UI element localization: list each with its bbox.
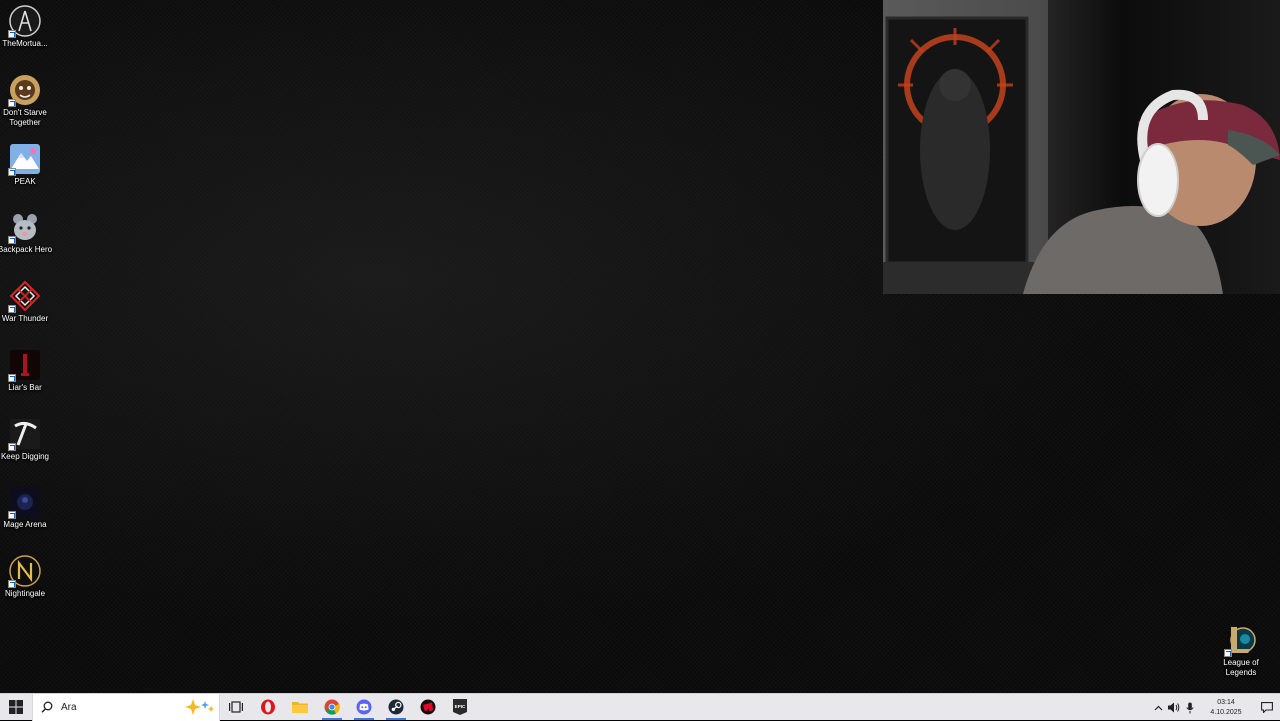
file-explorer-icon <box>292 702 308 713</box>
mage-arena-icon <box>8 486 41 519</box>
start-button[interactable] <box>0 694 32 720</box>
desktop-icon-label: TheMortua... <box>2 39 48 48</box>
desktop-icon-label: Nightingale <box>4 589 46 598</box>
desktop-icon-dont-starve[interactable]: Don't Starve Together <box>0 74 55 128</box>
epic-games-icon: EPIC <box>453 699 467 715</box>
steam-icon <box>388 699 404 715</box>
desktop-icon-label: PEAK <box>14 177 36 186</box>
desktop-icon-label: Keep Digging <box>0 452 50 461</box>
taskbar-chrome[interactable] <box>316 694 348 720</box>
dont-starve-icon <box>8 74 41 107</box>
search-highlight-icon <box>185 699 214 715</box>
taskbar-opera[interactable] <box>252 694 284 720</box>
clock-time: 03:14 <box>1217 698 1235 706</box>
start-icon <box>9 700 23 714</box>
league-of-legends-icon <box>1224 624 1257 657</box>
taskbar-riot-client[interactable] <box>412 694 444 720</box>
tray-volume[interactable] <box>1166 694 1182 721</box>
search-placeholder: Ara <box>61 701 77 713</box>
chevron-up-icon <box>1154 705 1162 710</box>
riot-icon <box>420 699 436 715</box>
desktop-icon-label: League of Legends <box>1223 658 1259 677</box>
search-icon <box>41 701 53 713</box>
desktop-icon-mortuary[interactable]: TheMortua... <box>0 5 55 49</box>
microphone-icon <box>1186 702 1194 713</box>
desktop-icon-keep-digging[interactable]: Keep Digging <box>0 418 55 462</box>
notification-icon <box>1261 702 1273 713</box>
opera-icon <box>261 699 275 715</box>
taskbar-clock[interactable]: 03:14 4.10.2025 <box>1202 698 1250 718</box>
desktop-icon-nightingale[interactable]: Nightingale <box>0 555 55 599</box>
desktop-icon-mage-arena[interactable]: Mage Arena <box>0 486 55 530</box>
desktop-icon-backpack-hero[interactable]: Backpack Hero <box>0 211 55 255</box>
system-tray: 03:14 4.10.2025 <box>1150 694 1280 721</box>
desktop-icon-peak[interactable]: PEAK <box>0 143 55 187</box>
backpack-hero-icon <box>8 211 41 244</box>
liars-bar-icon <box>8 349 41 382</box>
peak-icon <box>8 143 41 176</box>
svg-text:EPIC: EPIC <box>455 704 466 709</box>
clock-date: 4.10.2025 <box>1210 708 1242 716</box>
keep-digging-icon <box>8 418 41 451</box>
task-view-icon <box>229 701 243 713</box>
tray-overflow-button[interactable] <box>1150 694 1166 721</box>
chrome-icon <box>324 699 340 715</box>
taskbar-discord[interactable] <box>348 694 380 720</box>
desktop-icon-label: Backpack Hero <box>0 245 53 254</box>
desktop-icon-label: Liar's Bar <box>8 383 42 392</box>
war-thunder-icon <box>8 280 41 313</box>
speaker-icon <box>1168 702 1180 713</box>
taskbar: Ara EPIC 03:14 4.10.2025 <box>0 693 1280 721</box>
discord-icon <box>356 699 372 715</box>
tray-microphone[interactable] <box>1182 694 1198 721</box>
desktop-icon-label: Mage Arena <box>3 520 47 529</box>
mortuary-icon <box>8 5 41 38</box>
webcam-overlay <box>883 0 1280 294</box>
desktop-icon-label: War Thunder <box>1 314 49 323</box>
task-view-button[interactable] <box>220 694 252 720</box>
desktop-icon-league-of-legends[interactable]: League of Legends <box>1211 624 1271 678</box>
notification-center-button[interactable] <box>1254 694 1280 721</box>
taskbar-search-box[interactable]: Ara <box>32 693 220 721</box>
taskbar-epic-games[interactable]: EPIC <box>444 694 476 720</box>
desktop-icon-war-thunder[interactable]: War Thunder <box>0 280 55 324</box>
taskbar-steam[interactable] <box>380 694 412 720</box>
taskbar-file-explorer[interactable] <box>284 694 316 720</box>
desktop-icon-label: Don't Starve Together <box>3 108 47 127</box>
desktop-icon-liars-bar[interactable]: Liar's Bar <box>0 349 55 393</box>
nightingale-icon <box>8 555 41 588</box>
webcam-feed-image <box>883 0 1280 294</box>
